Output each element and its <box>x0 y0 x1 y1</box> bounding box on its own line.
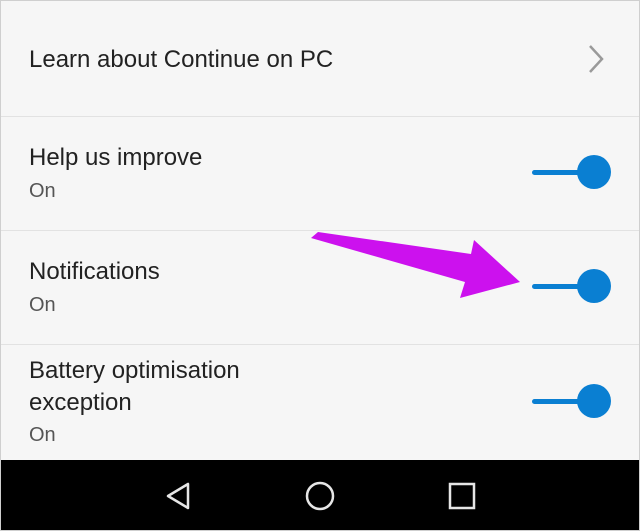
notifications-toggle[interactable] <box>530 267 612 307</box>
recents-square-icon[interactable] <box>442 478 482 514</box>
toggle-thumb <box>577 269 611 303</box>
toggle-thumb <box>577 155 611 189</box>
help-us-improve-label: Help us improve <box>29 144 203 171</box>
battery-optimisation-label-line1: Battery optimisation <box>29 357 240 384</box>
battery-optimisation-toggle[interactable] <box>530 382 612 422</box>
notifications-label: Notifications <box>29 258 160 285</box>
toggle-thumb <box>577 384 611 418</box>
battery-optimisation-status: On <box>29 424 56 446</box>
help-us-improve-row[interactable]: Help us improve On <box>0 117 640 231</box>
navigation-bar <box>0 460 640 531</box>
help-us-improve-status: On <box>29 180 56 202</box>
battery-optimisation-label-line2: exception <box>29 389 132 416</box>
help-us-improve-toggle[interactable] <box>530 153 612 193</box>
learn-continue-on-pc-label: Learn about Continue on PC <box>29 46 334 73</box>
notifications-status: On <box>29 294 56 316</box>
settings-list: Learn about Continue on PC Help us impro… <box>0 0 640 460</box>
back-triangle-icon[interactable] <box>158 478 198 514</box>
learn-continue-on-pc-row[interactable]: Learn about Continue on PC <box>0 0 640 117</box>
notifications-row[interactable]: Notifications On <box>0 231 640 345</box>
home-circle-icon[interactable] <box>300 478 340 514</box>
chevron-right-icon <box>589 45 604 73</box>
battery-optimisation-row[interactable]: Battery optimisation exception On <box>0 345 640 460</box>
